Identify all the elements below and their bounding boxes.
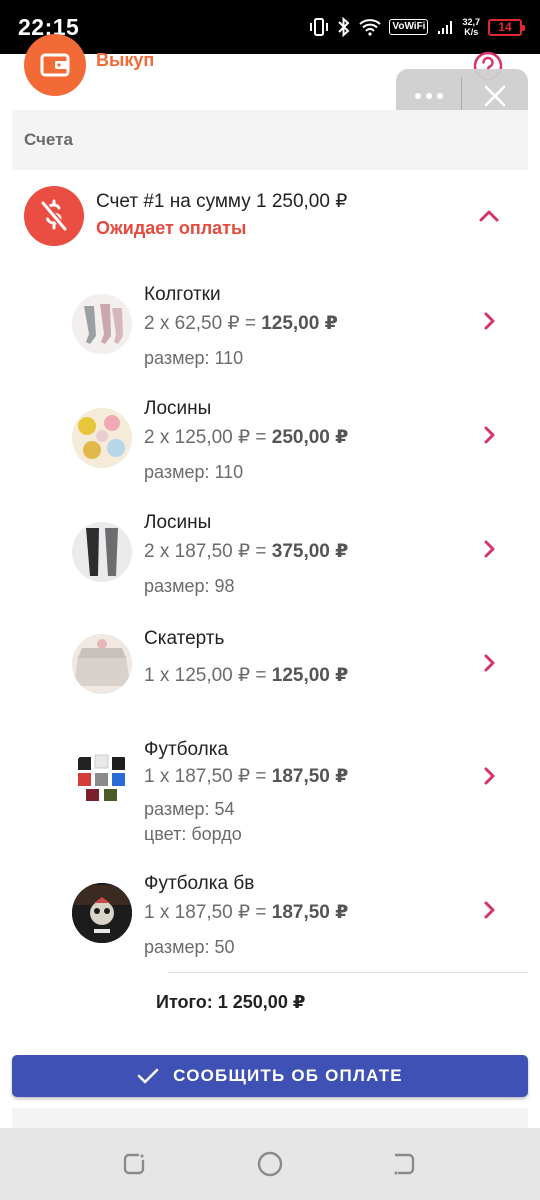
item-price-calc: 2 x 125,00 ₽ = 250,00 ₽ — [144, 427, 349, 448]
order-item[interactable]: Футболка бв 1 x 187,50 ₽ = 187,50 ₽ разм… — [0, 871, 540, 981]
item-sum: 375,00 ₽ — [271, 541, 349, 562]
order-item[interactable]: Лосины 2 x 187,50 ₽ = 375,00 ₽ размер: 9… — [0, 510, 540, 620]
order-item[interactable]: Колготки 2 x 62,50 ₽ = 125,00 ₽ размер: … — [0, 282, 540, 392]
home-icon[interactable] — [256, 1150, 284, 1178]
item-name: Футболка — [144, 739, 229, 760]
item-sum: 125,00 ₽ — [261, 313, 338, 334]
vowifi-badge: VoWiFi — [389, 19, 429, 35]
item-thumbnail — [72, 294, 132, 354]
battery-icon: 14 — [488, 18, 525, 36]
chevron-right-icon[interactable] — [478, 310, 500, 332]
item-color: цвет: бордо — [144, 824, 242, 844]
item-size: размер: 54 — [144, 799, 235, 819]
item-sum: 187,50 ₽ — [271, 902, 349, 923]
back-icon[interactable] — [390, 1150, 418, 1178]
system-navigation-bar — [0, 1128, 540, 1200]
item-size: размер: 50 — [144, 937, 235, 957]
chevron-right-icon[interactable] — [478, 652, 500, 674]
item-sum: 250,00 ₽ — [271, 427, 349, 448]
item-price-calc: 1 x 187,50 ₽ = 187,50 ₽ — [144, 902, 349, 923]
status-icons: VoWiFi 32,7 K/s 14 — [309, 12, 525, 42]
vibrate-icon — [310, 18, 329, 36]
speed-value: 32,7 — [462, 17, 480, 27]
item-name: Лосины — [144, 398, 212, 419]
chevron-right-icon[interactable] — [478, 899, 500, 921]
recent-apps-icon[interactable] — [120, 1150, 148, 1178]
item-sum: 187,50 ₽ — [271, 766, 349, 787]
item-thumbnail — [72, 883, 132, 943]
report-payment-label: СООБЩИТЬ ОБ ОПЛАТЕ — [173, 1066, 403, 1085]
invoice-total: Итого: 1 250,00 ₽ — [156, 992, 306, 1012]
no-money-icon — [24, 186, 84, 246]
total-divider — [168, 972, 528, 973]
buyout-label[interactable]: Выкуп — [96, 50, 154, 71]
item-price-calc: 1 x 187,50 ₽ = 187,50 ₽ — [144, 766, 349, 787]
item-sum: 125,00 ₽ — [271, 665, 349, 686]
item-size: размер: 110 — [144, 348, 244, 368]
item-price-calc: 2 x 62,50 ₽ = 125,00 ₽ — [144, 313, 338, 334]
item-name: Скатерть — [144, 628, 225, 649]
bluetooth-icon — [338, 17, 350, 37]
signal-icon — [438, 21, 453, 34]
section-title: Счета — [24, 130, 73, 149]
chevron-right-icon[interactable] — [478, 765, 500, 787]
status-bar: 22:15 VoWiFi 32,7 K/s 14 — [0, 0, 540, 54]
chevron-right-icon[interactable] — [478, 538, 500, 560]
order-item[interactable]: Скатерть 1 x 125,00 ₽ = 125,00 ₽ — [0, 626, 540, 736]
item-name: Футболка бв — [144, 873, 255, 894]
item-name: Лосины — [144, 512, 212, 533]
item-size: размер: 98 — [144, 576, 235, 596]
invoice-status: Ожидает оплаты — [96, 218, 247, 238]
check-icon — [137, 1068, 159, 1084]
item-price-calc: 1 x 125,00 ₽ = 125,00 ₽ — [144, 665, 349, 686]
item-name: Колготки — [144, 284, 221, 305]
chevron-right-icon[interactable] — [478, 424, 500, 446]
report-payment-button[interactable]: СООБЩИТЬ ОБ ОПЛАТЕ — [12, 1055, 528, 1097]
wallet-icon — [24, 34, 86, 96]
wifi-icon — [359, 19, 382, 36]
item-thumbnail — [72, 634, 132, 694]
invoice-title[interactable]: Счет #1 на сумму 1 250,00 ₽ — [96, 190, 347, 213]
speed-unit: K/s — [464, 27, 479, 37]
order-item[interactable]: Лосины 2 x 125,00 ₽ = 250,00 ₽ размер: 1… — [0, 396, 540, 506]
item-thumbnail — [72, 408, 132, 468]
chevron-up-icon[interactable] — [476, 203, 502, 229]
item-price-calc: 2 x 187,50 ₽ = 375,00 ₽ — [144, 541, 349, 562]
battery-level: 14 — [498, 19, 512, 34]
item-size: размер: 110 — [144, 462, 244, 482]
item-thumbnail — [72, 522, 132, 582]
section-header-invoices: Счета — [12, 110, 528, 170]
order-item[interactable]: Футболка 1 x 187,50 ₽ = 187,50 ₽ размер:… — [0, 737, 540, 847]
network-speed: 32,7 K/s — [462, 17, 480, 37]
screen: 22:15 VoWiFi 32,7 K/s 14 Выкуп Счета Сче… — [0, 0, 540, 1200]
item-thumbnail — [72, 747, 132, 807]
